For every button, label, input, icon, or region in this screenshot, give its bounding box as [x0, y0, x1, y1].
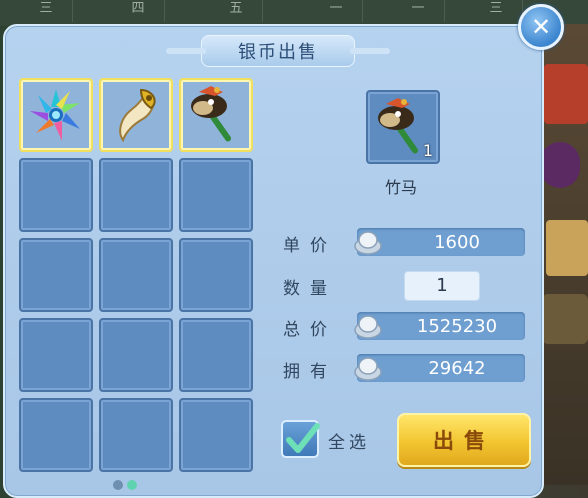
background-tab: 三 [20, 0, 73, 22]
unit-price-label: 单价 [283, 236, 337, 256]
total-price-field: 1525230 [354, 312, 525, 340]
inventory-slot[interactable] [99, 78, 173, 152]
sell-button[interactable]: 出售 [397, 413, 531, 467]
close-icon: ✕ [530, 13, 552, 41]
owned-silver-value: 29642 [428, 358, 486, 379]
inventory-slot[interactable] [179, 238, 253, 312]
quantity-input[interactable]: 1 [404, 271, 480, 301]
inventory-slot[interactable] [99, 238, 173, 312]
background-tab: 五 [210, 0, 263, 22]
background-item [544, 64, 588, 124]
background-schedule-strip: 三 四 五 一 一 三 [0, 0, 588, 26]
background-item [546, 220, 588, 276]
background-tab: 四 [112, 0, 165, 22]
dialog-title-banner: 银币出售 [166, 35, 390, 67]
inventory-slot[interactable] [19, 78, 93, 152]
golden-tusk-icon [119, 88, 156, 143]
total-price-label: 总价 [283, 320, 337, 340]
background-tab: 三 [470, 0, 523, 22]
inventory-slot[interactable] [179, 78, 253, 152]
silver-coin-icon [354, 231, 382, 255]
unit-price-value: 1600 [434, 232, 480, 253]
inventory-slot[interactable] [99, 398, 173, 472]
dialog-title: 银币出售 [238, 42, 318, 63]
inventory-slot[interactable] [19, 238, 93, 312]
background-item [542, 294, 588, 344]
inventory-slot[interactable] [99, 158, 173, 232]
background-tab: 一 [392, 0, 445, 22]
select-all-label[interactable]: 全选 [328, 428, 370, 453]
crystal-flower-icon [30, 89, 80, 141]
inventory-slot[interactable] [179, 398, 253, 472]
background-item [540, 142, 580, 188]
selected-item-name: 竹马 [384, 178, 417, 197]
item-count-badge: 1 [422, 141, 433, 160]
quantity-label: 数量 [283, 279, 337, 299]
inventory-slot[interactable] [19, 318, 93, 392]
selected-item-slot: 1 [366, 90, 440, 164]
close-button[interactable]: ✕ [518, 4, 564, 50]
silver-coin-icon [354, 315, 382, 339]
owned-label: 拥有 [283, 362, 337, 382]
background-tab: 一 [310, 0, 363, 22]
inventory-slot[interactable] [179, 318, 253, 392]
checkmark-icon [286, 423, 320, 453]
inventory-slot[interactable] [19, 158, 93, 232]
owned-silver-field: 29642 [354, 354, 525, 382]
select-all-checkbox[interactable] [281, 420, 320, 458]
page-dot-active[interactable] [127, 480, 137, 490]
inventory-slot[interactable] [179, 158, 253, 232]
bamboo-horse-icon [191, 86, 232, 142]
silver-coin-icon [354, 357, 382, 381]
page-dot[interactable] [113, 480, 123, 490]
unit-price-field: 1600 [354, 228, 525, 256]
total-price-value: 1525230 [416, 316, 498, 337]
inventory-slot[interactable] [99, 318, 173, 392]
inventory-slot[interactable] [19, 398, 93, 472]
